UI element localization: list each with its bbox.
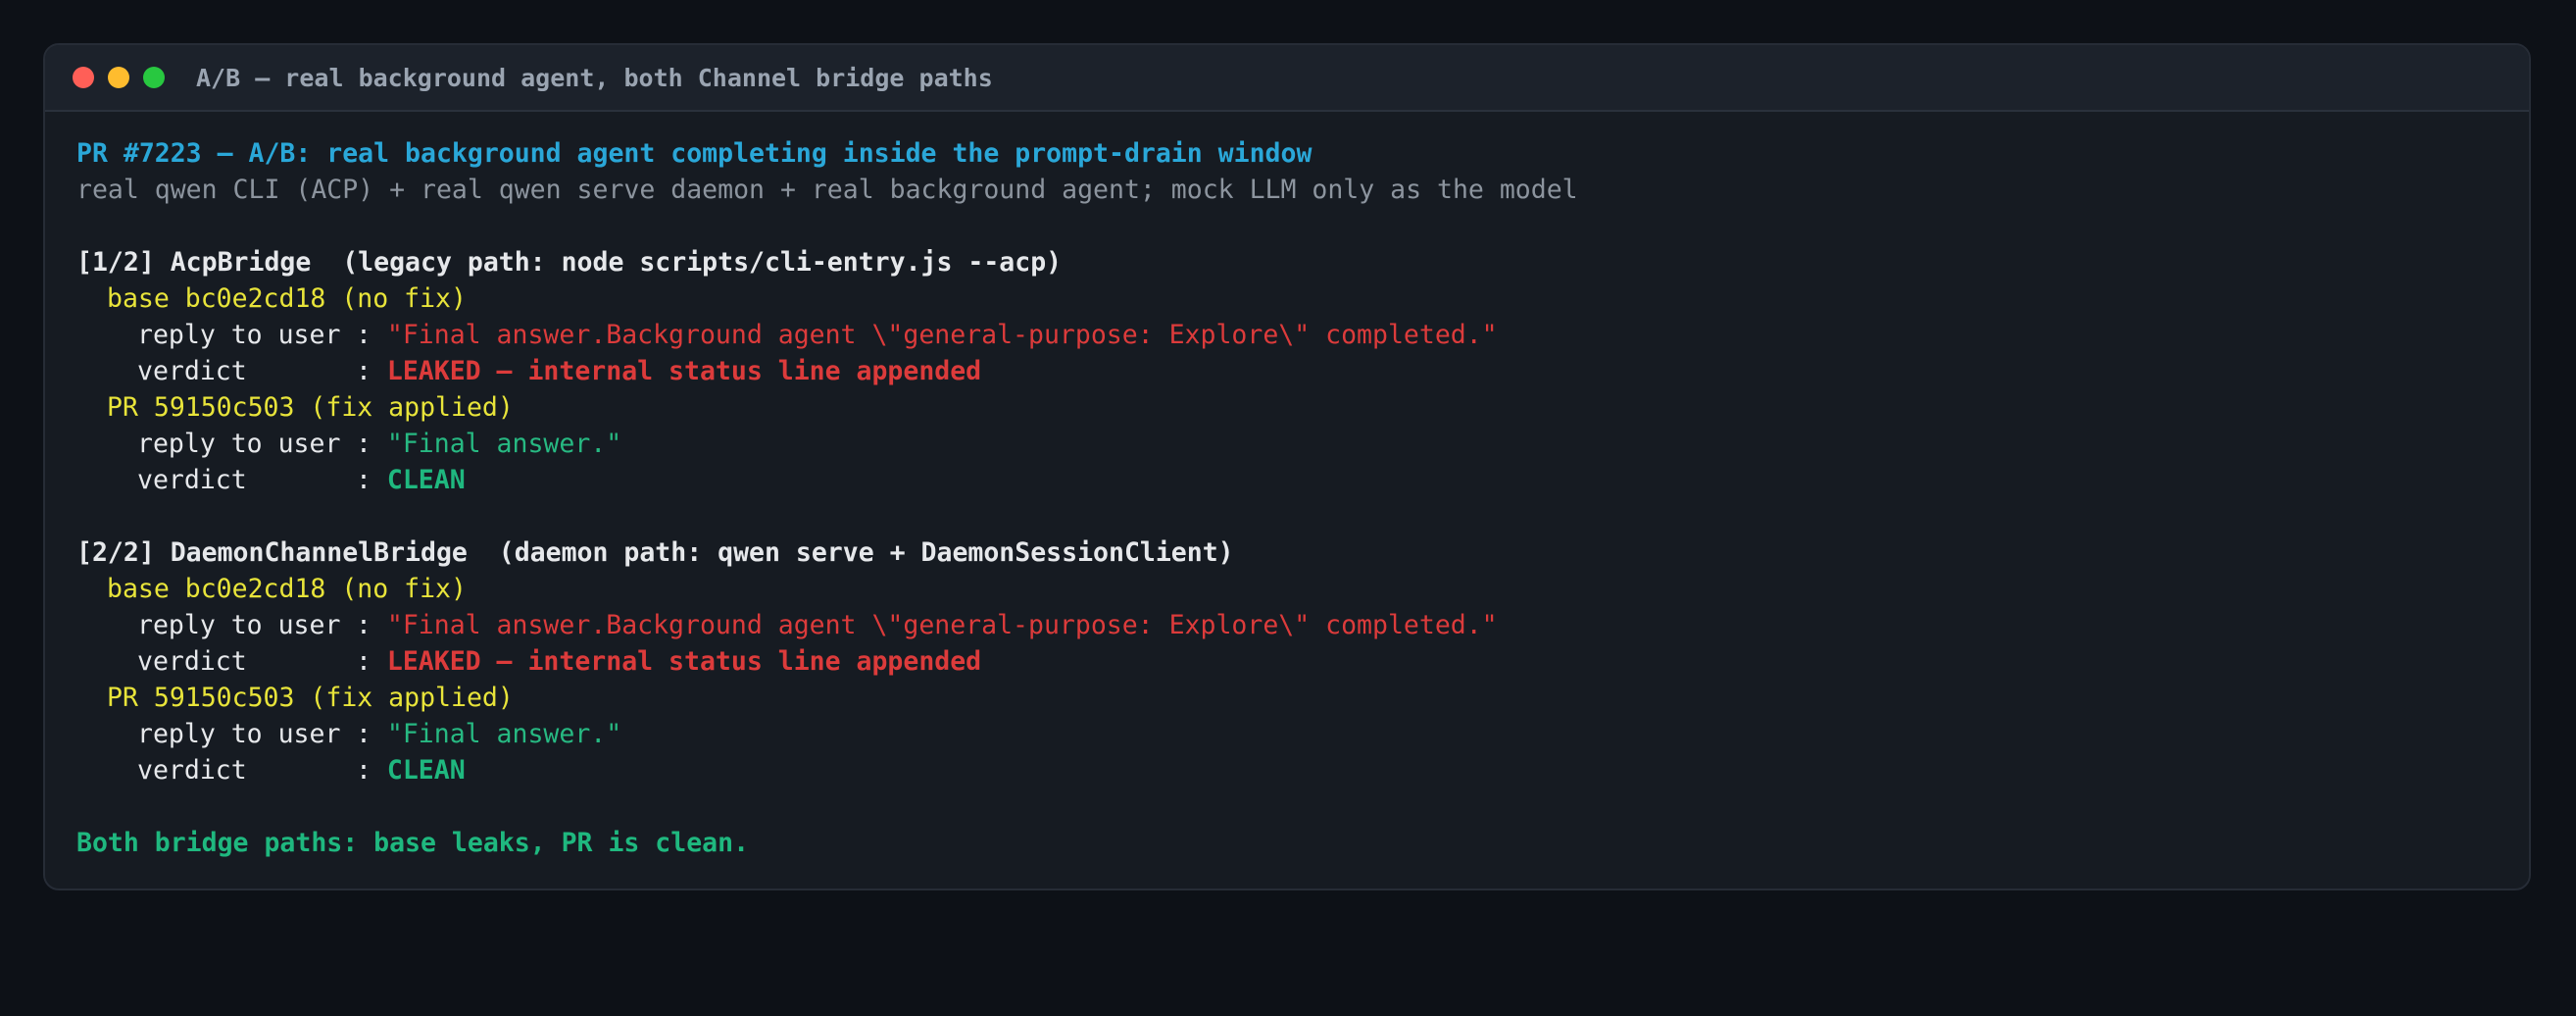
separator: : <box>340 610 387 640</box>
maximize-button[interactable] <box>143 67 165 88</box>
base-reply-row: reply to user : "Final answer.Background… <box>76 607 2509 643</box>
base-commit-label: base bc0e2cd18 (no fix) <box>107 283 467 314</box>
minimize-button[interactable] <box>108 67 129 88</box>
window-title: A/B — real background agent, both Channe… <box>196 63 993 92</box>
base-verdict-row: verdict : LEAKED — internal status line … <box>76 643 2509 680</box>
base-reply-row: reply to user : "Final answer.Background… <box>76 317 2509 353</box>
reply-key: reply to user <box>137 610 341 640</box>
verdict-value-leaked: LEAKED — internal status line appended <box>386 646 982 677</box>
section-heading-acp-bridge: [1/2] AcpBridge (legacy path: node scrip… <box>76 247 1063 278</box>
separator: : <box>340 465 387 495</box>
summary-line: Both bridge paths: base leaks, PR is cle… <box>76 828 750 858</box>
verdict-value-clean: CLEAN <box>386 465 466 495</box>
pr-commit-label: PR 59150c503 (fix applied) <box>107 392 514 423</box>
terminal-output: PR #7223 — A/B: real background agent co… <box>76 135 2509 861</box>
pr-reply-row: reply to user : "Final answer." <box>76 716 2509 752</box>
separator: : <box>340 356 387 386</box>
separator: : <box>340 429 387 459</box>
reply-value: "Final answer." <box>386 429 622 459</box>
pr-commit-label: PR 59150c503 (fix applied) <box>107 683 514 713</box>
reply-value: "Final answer." <box>386 719 622 749</box>
verdict-key: verdict <box>137 465 247 495</box>
separator: : <box>340 320 387 350</box>
close-button[interactable] <box>73 67 94 88</box>
reply-value: "Final answer.Background agent \"general… <box>386 610 1498 640</box>
setup-description: real qwen CLI (ACP) + real qwen serve da… <box>76 175 1578 205</box>
separator: : <box>340 719 387 749</box>
base-commit-label: base bc0e2cd18 (no fix) <box>107 574 467 604</box>
section-heading-daemon-bridge: [2/2] DaemonChannelBridge (daemon path: … <box>76 537 1234 568</box>
base-verdict-row: verdict : LEAKED — internal status line … <box>76 353 2509 389</box>
pr-verdict-row: verdict : CLEAN <box>76 752 2509 788</box>
verdict-key: verdict <box>137 755 247 786</box>
reply-value: "Final answer.Background agent \"general… <box>386 320 1498 350</box>
verdict-value-clean: CLEAN <box>386 755 466 786</box>
reply-key: reply to user <box>137 429 341 459</box>
pr-reply-row: reply to user : "Final answer." <box>76 426 2509 462</box>
verdict-key: verdict <box>137 356 247 386</box>
pr-headline: PR #7223 — A/B: real background agent co… <box>76 138 1313 169</box>
separator: : <box>340 755 387 786</box>
reply-key: reply to user <box>137 320 341 350</box>
reply-key: reply to user <box>137 719 341 749</box>
verdict-key: verdict <box>137 646 247 677</box>
pr-verdict-row: verdict : CLEAN <box>76 462 2509 498</box>
window-titlebar: A/B — real background agent, both Channe… <box>45 45 2529 112</box>
terminal-window: A/B — real background agent, both Channe… <box>43 43 2531 890</box>
verdict-value-leaked: LEAKED — internal status line appended <box>386 356 982 386</box>
separator: : <box>340 646 387 677</box>
